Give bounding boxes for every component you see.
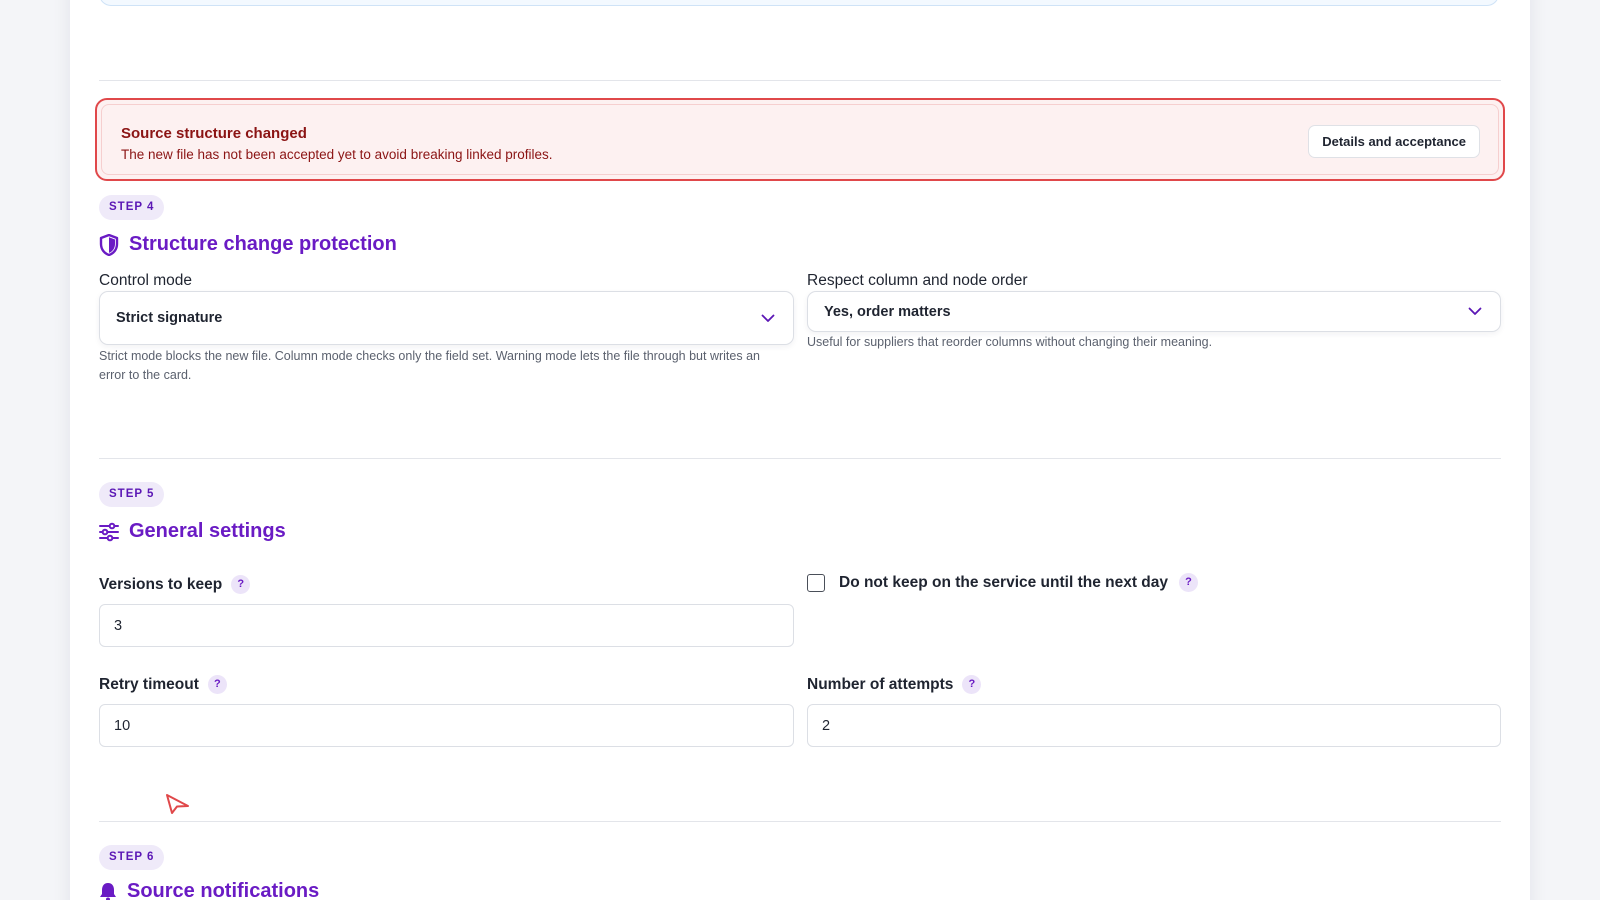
chevron-down-icon xyxy=(1468,307,1482,315)
alert-text: The new file has not been accepted yet t… xyxy=(121,147,553,162)
bell-icon xyxy=(100,882,116,900)
help-icon[interactable]: ? xyxy=(1179,573,1199,592)
section-divider xyxy=(99,821,1501,822)
no-keep-label: Do not keep on the service until the nex… xyxy=(839,573,1169,591)
order-select[interactable]: Yes, order matters xyxy=(807,291,1501,332)
chevron-down-icon xyxy=(761,314,775,322)
control-mode-hint: Strict mode blocks the new file. Column … xyxy=(99,349,760,382)
step-5-badge: STEP 5 xyxy=(99,482,165,507)
step-6-badge: STEP 6 xyxy=(99,845,165,870)
step-5-title-text: General settings xyxy=(129,520,286,542)
section-divider xyxy=(99,458,1501,459)
mouse-cursor-icon xyxy=(166,794,189,814)
step-4-badge: STEP 4 xyxy=(99,195,165,220)
help-icon[interactable]: ? xyxy=(962,675,982,694)
help-icon[interactable]: ? xyxy=(231,575,251,594)
step-4-title: Structure change protection xyxy=(99,233,397,256)
attempts-label: Number of attempts ? xyxy=(807,675,982,694)
step-6-title-text: Source notifications xyxy=(127,880,320,900)
control-mode-label: Control mode xyxy=(99,272,193,289)
section-divider xyxy=(99,80,1501,81)
sliders-icon xyxy=(99,522,119,541)
step-4-title-text: Structure change protection xyxy=(129,233,397,255)
versions-label-text: Versions to keep xyxy=(99,575,223,593)
retry-timeout-input[interactable] xyxy=(99,704,794,747)
attempts-label-text: Number of attempts xyxy=(807,675,954,693)
retry-timeout-label-text: Retry timeout xyxy=(99,675,199,693)
retry-timeout-label: Retry timeout ? xyxy=(99,675,227,694)
order-label: Respect column and node order xyxy=(807,272,1028,289)
shield-icon xyxy=(99,233,119,256)
details-and-acceptance-button[interactable]: Details and acceptance xyxy=(1308,125,1480,158)
attempts-input[interactable] xyxy=(807,704,1501,747)
no-keep-checkbox-row: Do not keep on the service until the nex… xyxy=(807,573,1199,592)
structure-changed-alert: Source structure changed The new file ha… xyxy=(95,98,1505,181)
order-hint: Useful for suppliers that reorder column… xyxy=(807,335,1213,349)
previous-panel-edge xyxy=(99,0,1499,6)
versions-label: Versions to keep ? xyxy=(99,575,251,594)
control-mode-select[interactable]: Strict signature xyxy=(99,291,794,345)
step-5-title: General settings xyxy=(99,520,286,543)
alert-title: Source structure changed xyxy=(121,125,307,142)
step-6-title: Source notifications xyxy=(99,880,319,900)
control-mode-value: Strict signature xyxy=(116,310,223,326)
no-keep-checkbox[interactable] xyxy=(807,573,825,592)
order-value: Yes, order matters xyxy=(824,303,951,320)
versions-input[interactable] xyxy=(99,604,794,647)
help-icon[interactable]: ? xyxy=(207,675,227,694)
